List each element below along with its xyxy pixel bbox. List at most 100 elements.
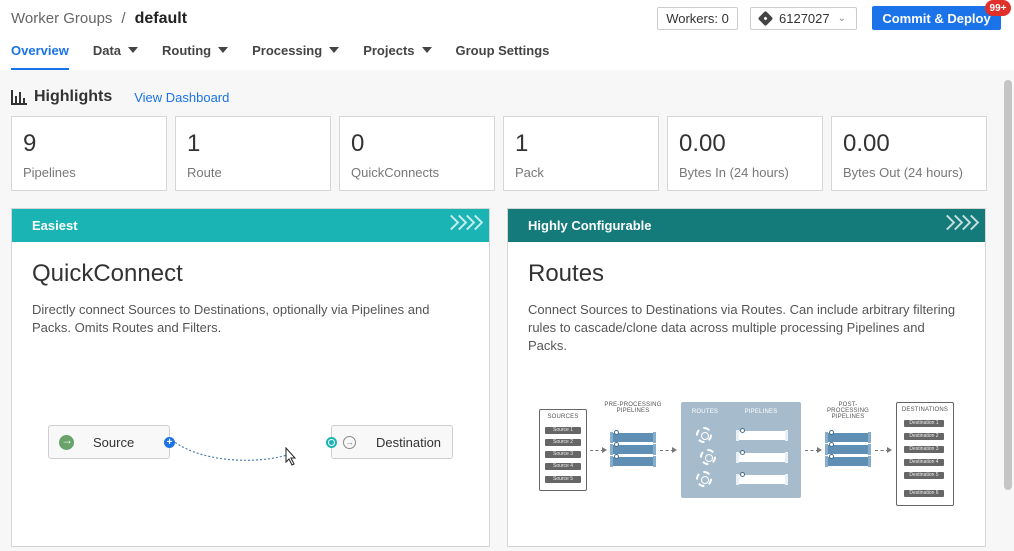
tab-label: Projects [363, 43, 415, 58]
breadcrumb-current: default [134, 10, 188, 27]
stat-value: 1 [515, 130, 529, 157]
source-pill: Source 3 [545, 451, 581, 458]
workers-count-button[interactable]: Workers: 0 [657, 7, 738, 30]
route-gear-icon [696, 471, 712, 487]
source-pill: Source 5 [545, 476, 581, 483]
stat-label: Bytes In (24 hours) [679, 165, 789, 180]
post-processing-label: POST-PROCESSING PIPELINES [826, 402, 869, 420]
git-commit-icon [757, 10, 774, 27]
stat-label: Pack [515, 165, 544, 180]
breadcrumb: Worker Groups / default [11, 10, 187, 28]
card-title: QuickConnect [32, 260, 183, 287]
destination-pill: Destination 3 [904, 446, 944, 453]
nav-tabs: Overview Data Routing Processing Project… [11, 42, 573, 70]
stat-value: 0.00 [679, 130, 726, 157]
cursor-icon [285, 447, 297, 466]
card-description: Directly connect Sources to Destinations… [32, 302, 430, 335]
flow-arrow [590, 447, 607, 453]
card-tag: Easiest [32, 218, 78, 233]
workers-count-label: Workers: 0 [666, 11, 729, 26]
quickconnect-destination-node: → Destination [326, 425, 453, 459]
source-pill: Source 4 [545, 463, 581, 470]
flow-arrow [805, 447, 822, 453]
commit-selector[interactable]: 6127027 ⌄ [750, 7, 857, 30]
stat-card-quickconnects[interactable]: 0 QuickConnects [339, 116, 495, 191]
tab-overview[interactable]: Overview [11, 42, 69, 70]
view-dashboard-link[interactable]: View Dashboard [134, 90, 229, 105]
routes-diagram: SOURCES Source 1 Source 2 Source 3 Sourc… [508, 209, 987, 548]
source-arrow-icon [59, 433, 74, 450]
caret-down-icon [218, 47, 229, 53]
destination-label: Destination [376, 434, 442, 450]
stat-value: 1 [187, 130, 201, 157]
stat-card-routes[interactable]: 1 Route [175, 116, 331, 191]
route-gear-icon [700, 449, 716, 465]
tab-label: Data [92, 43, 122, 58]
pipeline-pipe [736, 450, 788, 463]
stat-card-bytes-in[interactable]: 0.00 Bytes In (24 hours) [667, 116, 823, 191]
card-header-easiest: Easiest [12, 209, 489, 242]
tab-projects[interactable]: Projects [363, 42, 432, 70]
commit-deploy-label: Commit & Deploy [882, 10, 991, 26]
destination-pill: Destination 4 [904, 459, 944, 466]
destination-pill: Destination 6 [904, 490, 944, 497]
tab-label: Routing [162, 43, 212, 58]
flow-arrow [875, 447, 892, 453]
pipeline-pipe [825, 454, 871, 467]
notification-badge[interactable]: 99+ [985, 0, 1011, 16]
pipeline-pipe [736, 428, 788, 441]
destination-pill: Destination 1 [904, 420, 944, 427]
pipeline-pipe [610, 454, 656, 467]
stat-card-pipelines[interactable]: 9 Pipelines [11, 116, 167, 191]
stat-label: Pipelines [23, 165, 76, 180]
stat-value: 9 [23, 130, 37, 157]
tab-label: Overview [11, 43, 69, 58]
stats-row: 9 Pipelines 1 Route 0 QuickConnects 1 Pa… [11, 116, 987, 191]
caret-down-icon [421, 47, 432, 53]
destination-icon: → [343, 435, 356, 449]
routes-card[interactable]: Highly Configurable Routes Connect Sourc… [507, 208, 986, 547]
destination-pill: Destination 2 [904, 433, 944, 440]
stat-card-packs[interactable]: 1 Pack [503, 116, 659, 191]
route-gear-icon [696, 427, 712, 443]
destination-pill: Destination 5 [904, 472, 944, 479]
tab-label: Processing [252, 43, 323, 58]
caret-down-icon [128, 47, 139, 53]
highlights-header: Highlights View Dashboard [11, 88, 229, 106]
vertical-scrollbar[interactable] [1004, 80, 1012, 490]
sources-label: SOURCES [547, 414, 579, 420]
routes-label: ROUTES [691, 409, 719, 415]
highlights-title: Highlights [34, 88, 113, 105]
stat-card-bytes-out[interactable]: 0.00 Bytes Out (24 hours) [831, 116, 987, 191]
tab-routing[interactable]: Routing [162, 42, 229, 70]
pipeline-pipe [610, 442, 656, 455]
stat-label: QuickConnects [351, 165, 440, 180]
commit-id: 6127027 [779, 11, 830, 26]
tab-processing[interactable]: Processing [252, 42, 340, 70]
quickconnect-card[interactable]: Easiest QuickConnect Directly connect So… [11, 208, 490, 547]
source-pill: Source 1 [545, 427, 581, 434]
pipeline-pipe [610, 430, 656, 443]
flow-arrow [660, 447, 677, 453]
source-label: Source [93, 434, 135, 450]
breadcrumb-separator: / [121, 10, 126, 27]
top-bar: Worker Groups / default Workers: 0 61270… [0, 0, 1014, 70]
pipelines-label: PIPELINES [744, 409, 778, 415]
chevrons-right-icon [443, 214, 484, 231]
source-pill: Source 2 [545, 439, 581, 446]
pipeline-pipe [825, 430, 871, 443]
pre-processing-label: PRE-PROCESSING PIPELINES [604, 402, 662, 414]
tab-data[interactable]: Data [92, 42, 139, 70]
input-port-icon [326, 437, 337, 448]
commit-deploy-button[interactable]: Commit & Deploy [872, 6, 1001, 30]
stat-value: 0 [351, 130, 365, 157]
destinations-label: DESTINATIONS [901, 407, 949, 413]
bar-chart-icon [11, 89, 27, 105]
quickconnect-source-node: Source + [48, 425, 175, 459]
pipeline-pipe [825, 442, 871, 455]
connection-line [172, 439, 291, 461]
stat-label: Route [187, 165, 222, 180]
tab-label: Group Settings [455, 43, 550, 58]
tab-group-settings[interactable]: Group Settings [456, 42, 550, 70]
breadcrumb-worker-groups[interactable]: Worker Groups [11, 10, 112, 27]
